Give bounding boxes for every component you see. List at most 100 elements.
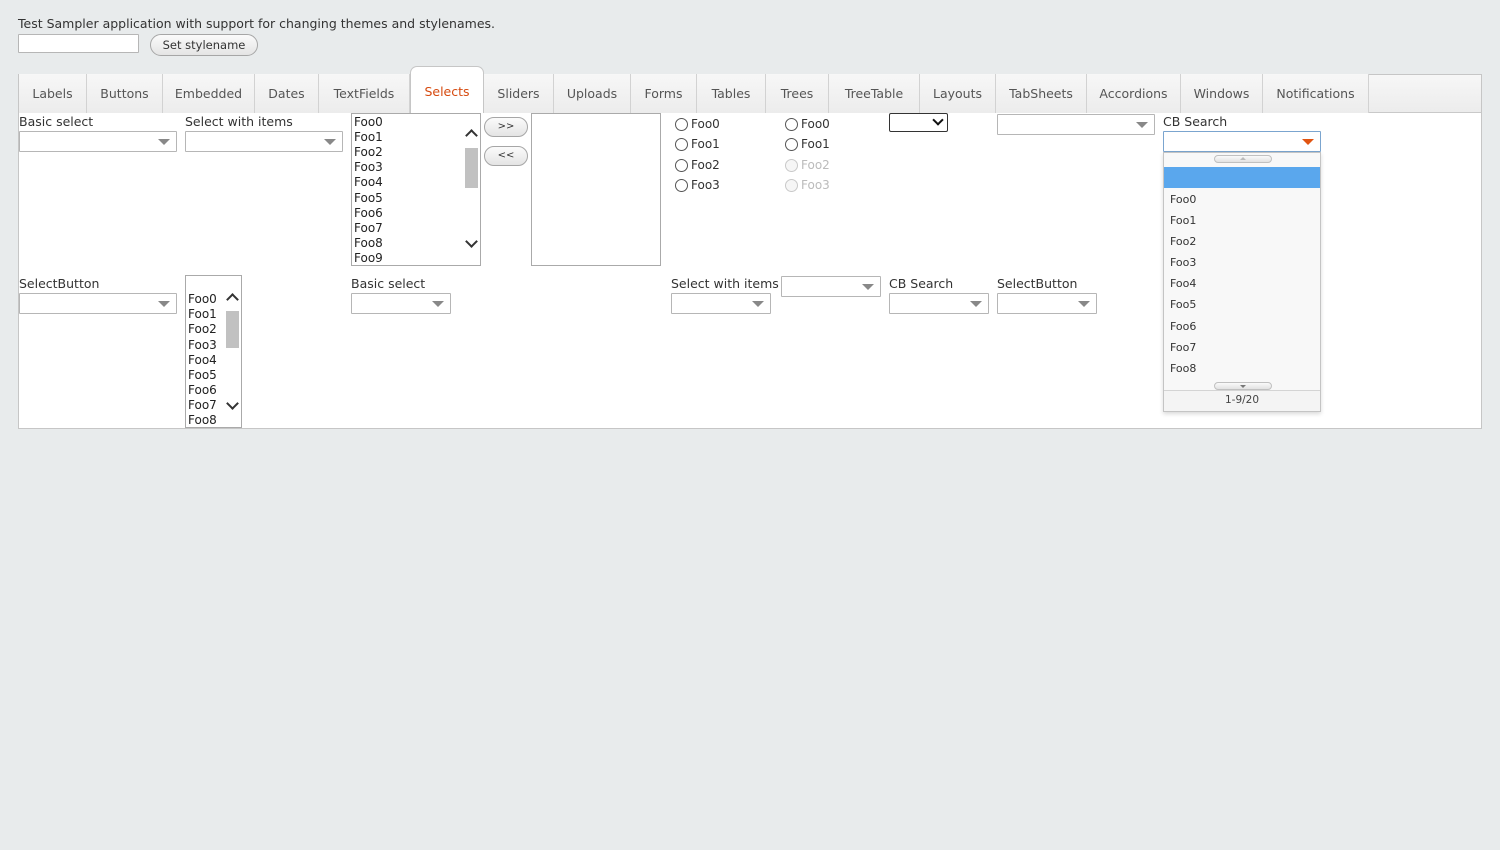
popup-item[interactable]: Foo5 xyxy=(1164,294,1320,315)
stylename-input[interactable] xyxy=(18,34,139,53)
tab-labels[interactable]: Labels xyxy=(19,74,87,113)
twin-selected-list[interactable] xyxy=(531,113,661,266)
list-item[interactable]: Foo7 xyxy=(354,221,383,236)
radio-button[interactable] xyxy=(675,138,688,151)
list-item[interactable]: Foo3 xyxy=(188,338,217,353)
popup-item[interactable]: Foo1 xyxy=(1164,210,1320,231)
basic-select-label: Basic select xyxy=(19,114,94,129)
select-button-combobox-2[interactable] xyxy=(997,293,1097,314)
chevron-down-icon xyxy=(1240,385,1246,388)
tab-uploads[interactable]: Uploads xyxy=(554,74,631,113)
tab-selects[interactable]: Selects xyxy=(410,66,484,113)
tab-sliders[interactable]: Sliders xyxy=(484,74,554,113)
list-item[interactable]: Foo9 xyxy=(354,251,383,265)
tab-buttons[interactable]: Buttons xyxy=(87,74,163,113)
popup-item[interactable]: Foo0 xyxy=(1164,189,1320,210)
list-item[interactable]: Foo7 xyxy=(188,398,217,413)
list-item[interactable]: Foo5 xyxy=(354,191,383,206)
radio-button[interactable] xyxy=(785,118,798,131)
list-item[interactable]: Foo2 xyxy=(188,322,217,337)
tab-tables[interactable]: Tables xyxy=(697,74,766,113)
popup-item[interactable]: Foo6 xyxy=(1164,316,1320,337)
tab-dates[interactable]: Dates xyxy=(255,74,319,113)
popup-item[interactable]: Foo4 xyxy=(1164,273,1320,294)
scrollbar-thumb[interactable] xyxy=(465,148,478,188)
list-item[interactable]: Foo6 xyxy=(188,383,217,398)
tab-tabsheets[interactable]: TabSheets xyxy=(996,74,1087,113)
combobox-2[interactable] xyxy=(781,276,881,297)
tab-textfields[interactable]: TextFields xyxy=(319,74,410,113)
tab-forms[interactable]: Forms xyxy=(631,74,697,113)
radio-label: Foo2 xyxy=(801,158,830,172)
list-item[interactable]: Foo5 xyxy=(188,368,217,383)
select-with-items-combobox-2[interactable] xyxy=(671,293,771,314)
dropdown-arrow-icon xyxy=(158,139,170,145)
twin-remove-button[interactable]: << xyxy=(484,146,528,166)
radio-label: Foo3 xyxy=(801,178,830,192)
native-select[interactable] xyxy=(889,113,948,132)
app-description: Test Sampler application with support fo… xyxy=(18,16,495,31)
tab-layouts[interactable]: Layouts xyxy=(920,74,996,113)
cb-search-label-2: CB Search xyxy=(889,276,954,291)
dropdown-arrow-icon xyxy=(970,301,982,307)
twin-add-button[interactable]: >> xyxy=(484,117,528,137)
basic-select-label-2: Basic select xyxy=(351,276,426,291)
list-item[interactable]: Foo1 xyxy=(354,130,383,145)
popup-next-page-button[interactable] xyxy=(1214,382,1272,390)
list-item[interactable]: Foo4 xyxy=(354,175,383,190)
list-item[interactable]: Foo0 xyxy=(188,292,217,307)
dropdown-arrow-icon xyxy=(1136,122,1148,128)
radio-button xyxy=(785,179,798,192)
list-item[interactable]: Foo8 xyxy=(188,413,217,427)
select-button-label: SelectButton xyxy=(19,276,100,291)
dropdown-arrow-icon xyxy=(432,301,444,307)
tab-notifications[interactable]: Notifications xyxy=(1263,74,1369,113)
list-item[interactable]: Foo4 xyxy=(188,353,217,368)
tab-accordions[interactable]: Accordions xyxy=(1087,74,1181,113)
dropdown-arrow-icon xyxy=(862,284,874,290)
dropdown-arrow-icon xyxy=(752,301,764,307)
scroll-up-icon[interactable] xyxy=(227,292,237,302)
tab-windows[interactable]: Windows xyxy=(1181,74,1263,113)
cb-search-combobox[interactable] xyxy=(1163,131,1321,152)
list-item[interactable]: Foo0 xyxy=(354,115,383,130)
list-item[interactable]: Foo8 xyxy=(354,236,383,251)
radio-button[interactable] xyxy=(675,159,688,172)
select-button-label-2: SelectButton xyxy=(997,276,1078,291)
tab-trees[interactable]: Trees xyxy=(766,74,829,113)
list-item[interactable]: Foo6 xyxy=(354,206,383,221)
scroll-down-icon[interactable] xyxy=(466,239,476,249)
list-item[interactable]: Foo3 xyxy=(354,160,383,175)
list-item[interactable]: Foo2 xyxy=(354,145,383,160)
combobox-suggestion-popup: Foo0 Foo1 Foo2 Foo3 Foo4 Foo5 Foo6 Foo7 … xyxy=(1163,152,1321,412)
set-stylename-button[interactable]: Set stylename xyxy=(150,34,258,56)
cb-search-combobox-2[interactable] xyxy=(889,293,989,314)
scrollbar-thumb[interactable] xyxy=(226,311,239,348)
popup-item[interactable]: Foo7 xyxy=(1164,337,1320,358)
tab-embedded[interactable]: Embedded xyxy=(163,74,255,113)
list-select[interactable]: Foo0 Foo1 Foo2 Foo3 Foo4 Foo5 Foo6 Foo7 … xyxy=(351,113,481,266)
basic-select-combobox-2[interactable] xyxy=(351,293,451,314)
chevron-down-icon xyxy=(932,114,944,126)
radio-button xyxy=(785,159,798,172)
popup-item[interactable]: Foo3 xyxy=(1164,252,1320,273)
list-item[interactable]: Foo1 xyxy=(188,307,217,322)
select-with-items-combobox[interactable] xyxy=(185,131,343,152)
combobox[interactable] xyxy=(997,114,1155,135)
dropdown-arrow-icon[interactable] xyxy=(1302,139,1314,145)
radio-button[interactable] xyxy=(785,138,798,151)
chevron-up-icon xyxy=(1240,157,1246,160)
radio-button[interactable] xyxy=(675,179,688,192)
radio-button[interactable] xyxy=(675,118,688,131)
select-button-combobox[interactable] xyxy=(19,293,177,314)
scroll-up-icon[interactable] xyxy=(466,128,476,138)
popup-item[interactable]: Foo2 xyxy=(1164,231,1320,252)
popup-item[interactable]: Foo8 xyxy=(1164,358,1320,379)
scroll-down-icon[interactable] xyxy=(227,401,237,411)
basic-select-combobox[interactable] xyxy=(19,131,177,152)
cb-search-label: CB Search xyxy=(1163,114,1228,129)
popup-prev-page-button[interactable] xyxy=(1214,155,1272,163)
popup-item-empty[interactable] xyxy=(1164,167,1320,188)
tab-treetable[interactable]: TreeTable xyxy=(829,74,920,113)
list-select-small[interactable]: Foo0 Foo1 Foo2 Foo3 Foo4 Foo5 Foo6 Foo7 … xyxy=(185,275,242,428)
